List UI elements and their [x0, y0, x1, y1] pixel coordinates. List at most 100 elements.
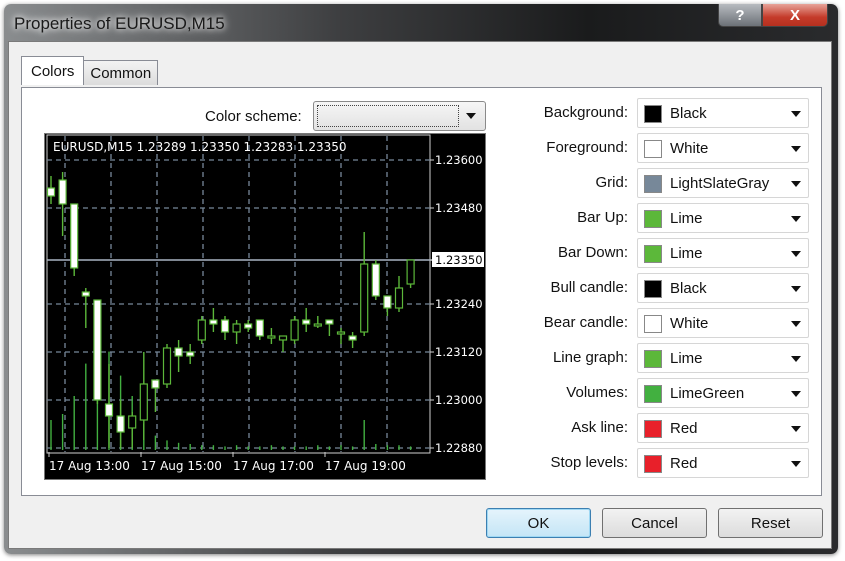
colors-tab-panel: Color scheme: EURUSD,M15 1.23289 1.23350…	[21, 87, 822, 496]
chart-preview: EURUSD,M15 1.23289 1.23350 1.23283 1.233…	[44, 133, 486, 480]
chevron-down-icon	[791, 461, 801, 467]
property-row: Foreground: White	[512, 133, 817, 163]
current-price-label: 1.23350	[435, 253, 483, 267]
color-scheme-label: Color scheme:	[205, 108, 302, 125]
foreground-value: White	[670, 140, 709, 157]
candle-body	[406, 259, 415, 285]
property-row: Volumes: LimeGreen	[512, 378, 817, 408]
x-tick-label: 17 Aug 19:00	[325, 459, 406, 473]
chevron-down-icon	[791, 321, 801, 327]
property-row: Bear candle: White	[512, 308, 817, 338]
line-graph-value: Lime	[670, 350, 703, 367]
chevron-down-icon	[791, 146, 801, 152]
candle-body	[162, 347, 172, 385]
volumes-color-select[interactable]: LimeGreen	[637, 378, 809, 408]
property-row: Stop levels: Red	[512, 448, 817, 478]
bear-candle-label: Bear candle:	[543, 314, 628, 331]
bar-down-value: Lime	[670, 245, 703, 262]
chevron-down-icon	[791, 426, 801, 432]
dialog-client-area: Colors Common Color scheme: EURUSD,M15 1…	[8, 41, 832, 549]
candle-body	[128, 415, 137, 429]
color-swatch	[644, 175, 662, 193]
x-tick-label: 17 Aug 13:00	[49, 459, 130, 473]
background-color-select[interactable]: Black	[637, 98, 809, 128]
color-scheme-select[interactable]	[313, 101, 486, 131]
close-icon: X	[789, 6, 800, 24]
bull-candle-value: Black	[670, 280, 707, 297]
background-value: Black	[670, 105, 707, 122]
candle-body	[139, 383, 148, 421]
bar-up-color-select[interactable]: Lime	[637, 203, 809, 233]
candle-body	[394, 287, 404, 309]
tab-common[interactable]: Common	[83, 60, 159, 85]
property-row: Bull candle: Black	[512, 273, 817, 303]
chevron-down-icon	[791, 356, 801, 362]
bar-down-color-select[interactable]: Lime	[637, 238, 809, 268]
chevron-down-icon	[791, 286, 801, 292]
color-swatch	[644, 315, 662, 333]
candle-body	[93, 299, 102, 401]
foreground-color-select[interactable]: White	[637, 133, 809, 163]
chevron-down-icon	[791, 181, 801, 187]
dialog-window: Properties of EURUSD,M15 ? X Colors Comm…	[4, 4, 838, 554]
reset-button[interactable]: Reset	[718, 508, 823, 538]
candle-body	[360, 263, 369, 333]
candle-body	[255, 319, 264, 337]
candle-body	[371, 263, 380, 297]
chevron-down-icon	[466, 113, 476, 119]
volumes-value: LimeGreen	[670, 385, 745, 402]
color-swatch	[644, 140, 662, 158]
candle-body	[232, 323, 241, 333]
line-graph-color-select[interactable]: Lime	[637, 343, 809, 373]
caption-buttons: ? X	[718, 4, 828, 27]
stop-levels-label: Stop levels:	[550, 454, 628, 471]
candle-body	[186, 351, 195, 357]
ok-button[interactable]: OK	[486, 508, 591, 538]
grid-color-select[interactable]: LightSlateGray	[637, 168, 809, 198]
candle-body	[220, 319, 230, 333]
candle-body	[244, 323, 253, 329]
chevron-down-icon	[791, 391, 801, 397]
candle-body	[46, 187, 56, 197]
stop-levels-color-select[interactable]: Red	[637, 448, 809, 478]
ask-line-color-select[interactable]: Red	[637, 413, 809, 443]
foreground-label: Foreground:	[546, 139, 628, 156]
property-row: Background: Black	[512, 98, 817, 128]
cancel-button[interactable]: Cancel	[602, 508, 707, 538]
candle-body	[348, 335, 357, 341]
y-tick-label: 1.23000	[435, 393, 483, 407]
color-swatch	[644, 280, 662, 298]
candle-body	[290, 319, 299, 341]
candle-body	[151, 379, 160, 389]
y-tick-label: 1.23600	[435, 153, 483, 167]
color-swatch	[644, 245, 662, 263]
close-button[interactable]: X	[762, 4, 828, 27]
candle-body	[278, 335, 288, 341]
property-row: Line graph: Lime	[512, 343, 817, 373]
chart-svg: EURUSD,M15 1.23289 1.23350 1.23283 1.233…	[46, 134, 484, 473]
property-row: Bar Down: Lime	[512, 238, 817, 268]
color-swatch	[644, 350, 662, 368]
chart-header-text: EURUSD,M15 1.23289 1.23350 1.23283 1.233…	[53, 140, 347, 154]
bull-candle-label: Bull candle:	[550, 279, 628, 296]
bar-up-value: Lime	[670, 210, 703, 227]
bear-candle-value: White	[670, 315, 709, 332]
help-icon: ?	[735, 6, 745, 24]
chevron-down-icon	[791, 251, 801, 257]
candle-body	[104, 403, 114, 417]
bull-candle-color-select[interactable]: Black	[637, 273, 809, 303]
y-tick-label: 1.23240	[435, 297, 483, 311]
help-button[interactable]: ?	[718, 4, 762, 27]
x-tick-label: 17 Aug 17:00	[233, 459, 314, 473]
property-row: Bar Up: Lime	[512, 203, 817, 233]
bar-down-label: Bar Down:	[557, 244, 628, 261]
tab-colors[interactable]: Colors	[21, 56, 85, 85]
candle-body	[209, 319, 218, 325]
stop-levels-value: Red	[670, 455, 698, 472]
candle-body	[313, 323, 322, 327]
candle-body	[116, 415, 125, 433]
bear-candle-color-select[interactable]: White	[637, 308, 809, 338]
color-swatch	[644, 210, 662, 228]
candle-body	[267, 335, 276, 339]
color-swatch	[644, 455, 662, 473]
